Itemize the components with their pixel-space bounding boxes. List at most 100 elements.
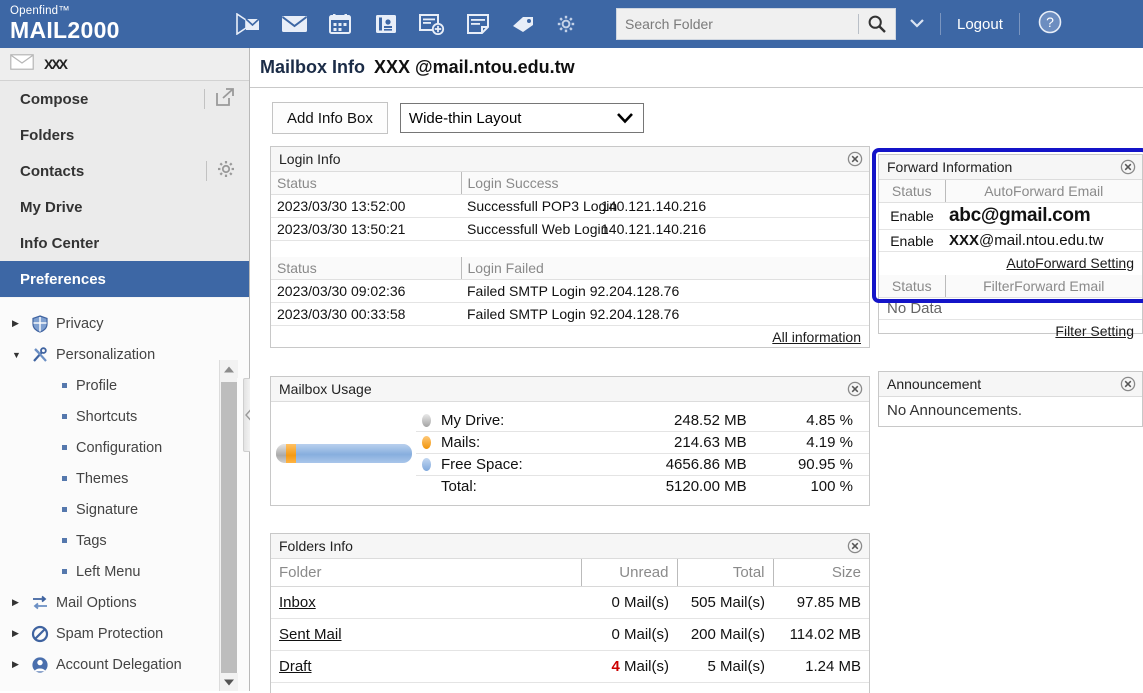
tree-leaf-themes[interactable]: Themes bbox=[0, 463, 249, 494]
usage-label: Mails: bbox=[441, 434, 480, 451]
table-row: Draft 4 Mail(s) 5 Mail(s) 1.24 MB bbox=[271, 651, 869, 683]
mail-icon[interactable] bbox=[280, 10, 308, 38]
search-box[interactable] bbox=[616, 8, 896, 40]
login-time: 2023/03/30 13:52:00 bbox=[271, 195, 461, 218]
chevron-down-icon[interactable]: ▼ bbox=[12, 350, 24, 360]
logout-button[interactable]: Logout bbox=[957, 16, 1003, 33]
tools-icon bbox=[30, 346, 50, 364]
folder-link-inbox[interactable]: Inbox bbox=[279, 594, 316, 611]
layout-select[interactable]: Wide-thin Layout bbox=[400, 103, 644, 133]
chevron-right-icon[interactable]: ▶ bbox=[12, 659, 24, 670]
add-note-icon[interactable] bbox=[418, 10, 446, 38]
chevron-right-icon[interactable]: ▶ bbox=[12, 628, 24, 639]
gear-icon[interactable] bbox=[217, 160, 235, 182]
chevron-right-icon[interactable]: ▶ bbox=[12, 597, 24, 608]
tree-leaf-configuration[interactable]: Configuration bbox=[0, 432, 249, 463]
filterforward-table: Status FilterForward Email bbox=[879, 275, 1142, 298]
sidebar-item-preferences[interactable]: Preferences bbox=[0, 261, 249, 297]
bullet-icon bbox=[62, 445, 67, 450]
tags-icon[interactable] bbox=[510, 10, 538, 38]
table-row: Free Space: 4656.86 MB 90.95 % bbox=[416, 454, 869, 476]
filterforward-no-data: No Data bbox=[879, 298, 1142, 320]
all-information-link[interactable]: All information bbox=[772, 329, 861, 345]
tree-node-spam-protection[interactable]: ▶ Spam Protection bbox=[0, 618, 249, 649]
close-icon[interactable] bbox=[847, 538, 863, 554]
scroll-down-arrow-icon[interactable] bbox=[220, 673, 238, 691]
help-icon[interactable]: ? bbox=[1038, 10, 1062, 39]
contacts-icon[interactable] bbox=[372, 10, 400, 38]
usage-segment-free-space bbox=[296, 444, 412, 463]
account-mask: XXX bbox=[374, 57, 410, 77]
tree-node-personalization[interactable]: ▼ Personalization bbox=[0, 339, 249, 370]
calendar-icon[interactable] bbox=[326, 10, 354, 38]
search-dropdown-icon[interactable] bbox=[910, 15, 924, 33]
folder-link-draft[interactable]: Draft bbox=[279, 658, 312, 675]
folders-info-header: Folders Info bbox=[271, 534, 869, 559]
announcement-header: Announcement bbox=[879, 372, 1142, 397]
tree-leaf-tags[interactable]: Tags bbox=[0, 525, 249, 556]
gear-icon[interactable] bbox=[556, 14, 576, 34]
folder-link-sent-mail[interactable]: Sent Mail bbox=[279, 626, 342, 643]
sidebar-item-label: My Drive bbox=[20, 199, 83, 216]
usage-percent: 90.95 % bbox=[753, 454, 869, 476]
close-icon[interactable] bbox=[1120, 159, 1136, 175]
tree-leaf-label: Shortcuts bbox=[76, 409, 137, 425]
sidebar-item-contacts[interactable]: Contacts bbox=[0, 153, 249, 189]
scrollbar-thumb[interactable] bbox=[221, 382, 237, 677]
table-row: My Drive: 248.52 MB 4.85 % bbox=[416, 410, 869, 432]
col-status: Status bbox=[879, 275, 945, 298]
tree-leaf-signature[interactable]: Signature bbox=[0, 494, 249, 525]
chevron-down-icon[interactable] bbox=[615, 109, 635, 131]
usage-label-cell: Total: bbox=[416, 476, 608, 498]
announcement-body: No Announcements. bbox=[879, 397, 1142, 424]
send-mail-icon[interactable] bbox=[234, 10, 262, 38]
tree-node-label: Mail Options bbox=[56, 595, 137, 611]
notes-icon[interactable] bbox=[464, 10, 492, 38]
tree-leaf-left-menu[interactable]: Left Menu bbox=[0, 556, 249, 587]
brand-logo: Openfind™ MAIL2000 bbox=[0, 6, 230, 42]
login-ip: 92.204.128.76 bbox=[590, 306, 680, 322]
tree-leaf-shortcuts[interactable]: Shortcuts bbox=[0, 401, 249, 432]
mailbox-usage-body: My Drive: 248.52 MB 4.85 % Mails: 214.63… bbox=[271, 402, 869, 503]
tree-node-account-delegation[interactable]: ▶ Account Delegation bbox=[0, 649, 249, 680]
legend-dot-total bbox=[422, 480, 431, 493]
col-unread: Unread bbox=[581, 559, 677, 587]
forward-email-domain: @mail.ntou.edu.tw bbox=[979, 232, 1103, 249]
folder-name-cell: Draft bbox=[271, 651, 581, 683]
forward-status: Enable bbox=[879, 230, 945, 252]
folder-total: 505 Mail(s) bbox=[677, 587, 773, 619]
close-icon[interactable] bbox=[847, 381, 863, 397]
tree-node-mail-options[interactable]: ▶ Mail Options bbox=[0, 587, 249, 618]
panel-title: Announcement bbox=[887, 376, 1120, 392]
sidebar-item-my-drive[interactable]: My Drive bbox=[0, 189, 249, 225]
sidebar-item-info-center[interactable]: Info Center bbox=[0, 225, 249, 261]
folder-size: 1.24 MB bbox=[773, 651, 869, 683]
usage-percent: 4.85 % bbox=[753, 410, 869, 432]
table-row: 2023/03/30 13:50:21 Successfull Web Logi… bbox=[271, 218, 869, 241]
nav-divider bbox=[206, 161, 207, 181]
current-user-row[interactable]: XXX bbox=[0, 48, 249, 81]
login-info-footer: All information bbox=[271, 326, 869, 349]
col-login-success: Login Success bbox=[461, 172, 869, 195]
search-icon[interactable] bbox=[859, 9, 895, 39]
autoforward-setting-link[interactable]: AutoForward Setting bbox=[1006, 255, 1134, 271]
add-info-box-button[interactable]: Add Info Box bbox=[272, 102, 388, 134]
close-icon[interactable] bbox=[1120, 376, 1136, 392]
tree-leaf-label: Profile bbox=[76, 378, 117, 394]
search-input[interactable] bbox=[617, 9, 858, 39]
filter-setting-link[interactable]: Filter Setting bbox=[1055, 323, 1134, 339]
brand-name: MAIL2000 bbox=[10, 19, 230, 42]
sidebar-scrollbar[interactable] bbox=[219, 360, 237, 691]
tree-node-privacy[interactable]: ▶ Privacy bbox=[0, 308, 249, 339]
open-external-icon[interactable] bbox=[215, 87, 235, 111]
tree-leaf-profile[interactable]: Profile bbox=[0, 370, 249, 401]
chevron-right-icon[interactable]: ▶ bbox=[12, 318, 24, 329]
contacts-right-icons bbox=[206, 160, 235, 182]
table-header-row: Status FilterForward Email bbox=[879, 275, 1142, 298]
close-icon[interactable] bbox=[847, 151, 863, 167]
block-icon bbox=[30, 625, 50, 643]
user-icon bbox=[30, 656, 50, 674]
sidebar-item-compose[interactable]: Compose bbox=[0, 81, 249, 117]
sidebar-item-folders[interactable]: Folders bbox=[0, 117, 249, 153]
scroll-up-arrow-icon[interactable] bbox=[220, 360, 238, 378]
